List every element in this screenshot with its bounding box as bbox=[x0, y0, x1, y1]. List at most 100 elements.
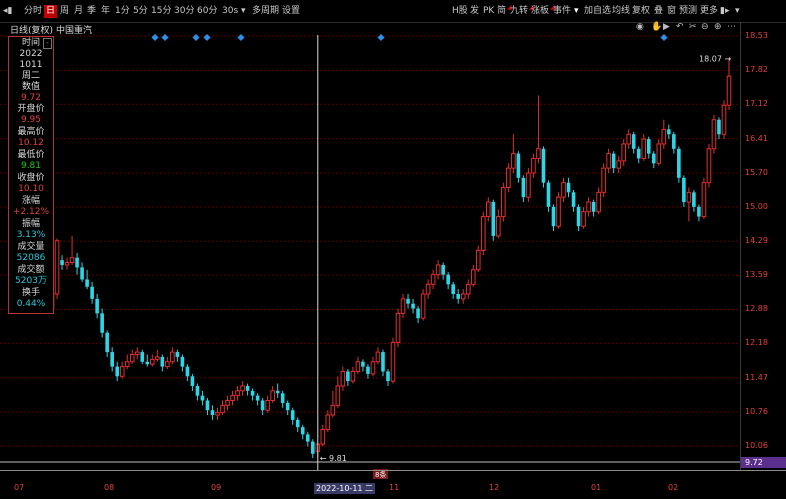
candle-body bbox=[275, 390, 280, 394]
candle-body bbox=[591, 202, 596, 212]
candle-body bbox=[526, 172, 531, 198]
candle-body bbox=[245, 385, 250, 391]
candle-body bbox=[290, 410, 295, 420]
price-tick-label: 13.59 bbox=[745, 270, 768, 280]
candle-body bbox=[677, 148, 681, 178]
candle-body bbox=[556, 196, 561, 227]
candle-body bbox=[672, 134, 676, 149]
date-tick-label: 07 bbox=[14, 483, 25, 492]
candle-body bbox=[701, 182, 707, 218]
info-close-value: 10.10 bbox=[18, 184, 44, 194]
candle-body bbox=[54, 240, 60, 295]
candle-body bbox=[200, 395, 205, 401]
candle-body bbox=[416, 308, 420, 319]
info-open-label: 开盘价 bbox=[17, 104, 45, 114]
candle-body bbox=[265, 399, 270, 411]
candle-body bbox=[561, 182, 566, 198]
candle-body bbox=[370, 361, 376, 375]
candle-body bbox=[195, 385, 200, 396]
price-tick-label: 12.88 bbox=[745, 304, 768, 314]
candle-body bbox=[250, 390, 255, 396]
candle-body bbox=[646, 139, 651, 154]
date-tick-label: 02 bbox=[668, 483, 679, 492]
last-price-badge: 9.72 bbox=[741, 457, 786, 468]
candle-body bbox=[124, 361, 130, 368]
info-value: 9.72 bbox=[20, 93, 42, 103]
candle-body bbox=[355, 361, 361, 372]
candle-body bbox=[571, 192, 576, 207]
candle-body bbox=[551, 206, 556, 227]
candle-body bbox=[285, 402, 290, 411]
info-volume-label: 成交量 bbox=[17, 242, 45, 252]
candle-body bbox=[105, 332, 109, 353]
candle-body bbox=[69, 257, 75, 264]
candle-body bbox=[390, 341, 396, 382]
candle-body bbox=[506, 167, 511, 189]
candlestick-chart[interactable]: 18.07 →← 9.818条 bbox=[0, 0, 786, 498]
candle-body bbox=[420, 293, 426, 319]
candle-body bbox=[165, 361, 170, 368]
candle-body bbox=[601, 167, 606, 193]
info-time-label: 时间 bbox=[21, 38, 40, 48]
candle-body bbox=[361, 361, 365, 367]
info-amplitude-value: 3.13% bbox=[16, 230, 46, 240]
event-marker-icon bbox=[151, 33, 159, 42]
event-marker-icon bbox=[377, 33, 385, 42]
info-high-value: 10.12 bbox=[18, 138, 44, 148]
candle-body bbox=[119, 366, 125, 377]
price-tick-label: 15.00 bbox=[745, 201, 768, 211]
candle-body bbox=[692, 192, 696, 207]
info-change-label: 涨幅 bbox=[21, 196, 40, 206]
candle-body bbox=[185, 366, 190, 377]
info-time-year: 2022 bbox=[19, 49, 43, 59]
candle-body bbox=[656, 143, 662, 164]
candle-body bbox=[110, 352, 114, 367]
candle-body bbox=[346, 371, 350, 382]
candle-body bbox=[210, 410, 215, 416]
candle-body bbox=[155, 356, 160, 360]
candle-body bbox=[190, 376, 195, 386]
candle-body bbox=[621, 143, 626, 162]
candle-body bbox=[496, 216, 501, 237]
candle-body bbox=[626, 133, 632, 145]
candle-body bbox=[491, 202, 496, 236]
candle-body bbox=[686, 191, 692, 203]
candle-body bbox=[546, 182, 551, 207]
candle-body bbox=[596, 191, 601, 213]
info-change-value: +2.12% bbox=[12, 207, 50, 217]
info-low-label: 最低价 bbox=[17, 150, 45, 160]
candle-body bbox=[581, 211, 586, 227]
candle-body bbox=[611, 153, 616, 169]
candle-body bbox=[215, 412, 220, 416]
candle-body bbox=[485, 201, 491, 218]
event-marker-icon bbox=[203, 33, 211, 42]
candle-body bbox=[350, 370, 356, 382]
info-open-value: 9.95 bbox=[20, 115, 42, 125]
candle-body bbox=[140, 352, 145, 362]
candle-body bbox=[511, 153, 516, 169]
candle-body bbox=[706, 148, 712, 184]
candle-body bbox=[531, 157, 536, 174]
candle-body bbox=[330, 404, 336, 416]
candle-body bbox=[300, 427, 305, 435]
info-low-value: 9.81 bbox=[20, 161, 42, 171]
candle-body bbox=[475, 249, 481, 271]
price-axis: 18.53 17.82 17.12 16.41 15.70 15.00 14.29 13.59… bbox=[740, 22, 786, 470]
candle-body bbox=[536, 148, 541, 159]
candle-body bbox=[310, 441, 315, 454]
candle-body bbox=[240, 385, 245, 392]
candle-body bbox=[446, 274, 450, 285]
candle-body bbox=[260, 400, 265, 411]
event-marker-icon bbox=[237, 33, 245, 42]
info-amplitude-label: 振幅 bbox=[21, 219, 40, 229]
price-tick-label: 15.70 bbox=[745, 167, 768, 177]
candle-body bbox=[541, 148, 546, 183]
candle-body bbox=[501, 187, 506, 218]
price-tick-label: 17.12 bbox=[745, 99, 768, 109]
candle-body bbox=[717, 119, 721, 135]
candle-body bbox=[134, 351, 140, 356]
candle-body bbox=[406, 298, 410, 304]
candle-body bbox=[340, 370, 346, 387]
price-tick-label: 12.18 bbox=[745, 338, 768, 348]
candle-body bbox=[425, 283, 431, 295]
